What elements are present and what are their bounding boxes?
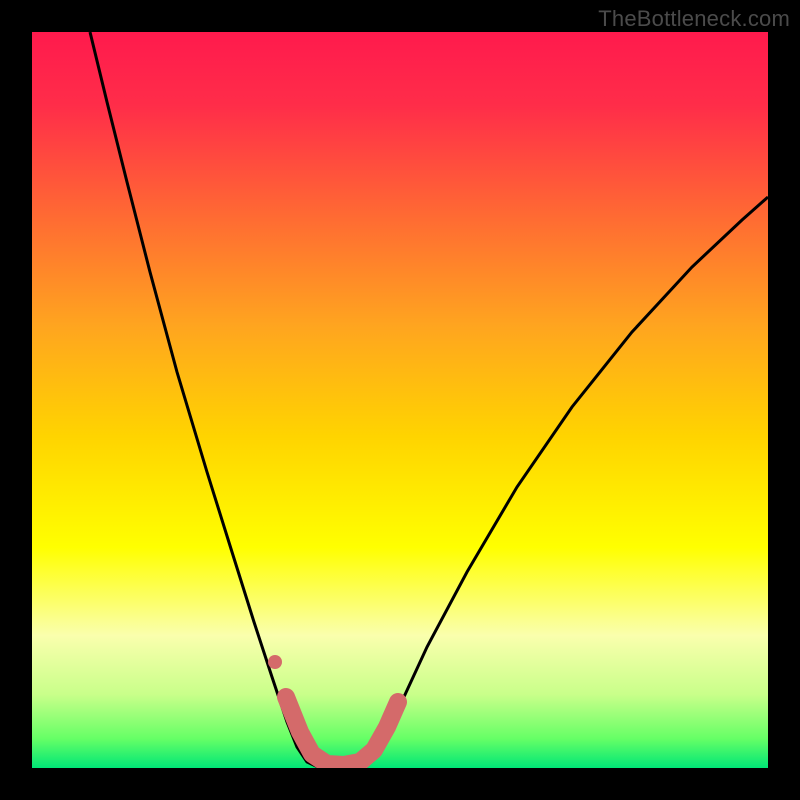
watermark-text: TheBottleneck.com <box>598 6 790 32</box>
curve-layer <box>32 32 768 768</box>
plot-area <box>32 32 768 768</box>
curve-right <box>362 197 768 768</box>
dots-highlight <box>286 697 398 765</box>
isolated-dot <box>268 655 282 669</box>
curve-left <box>90 32 320 768</box>
chart-frame: TheBottleneck.com <box>0 0 800 800</box>
